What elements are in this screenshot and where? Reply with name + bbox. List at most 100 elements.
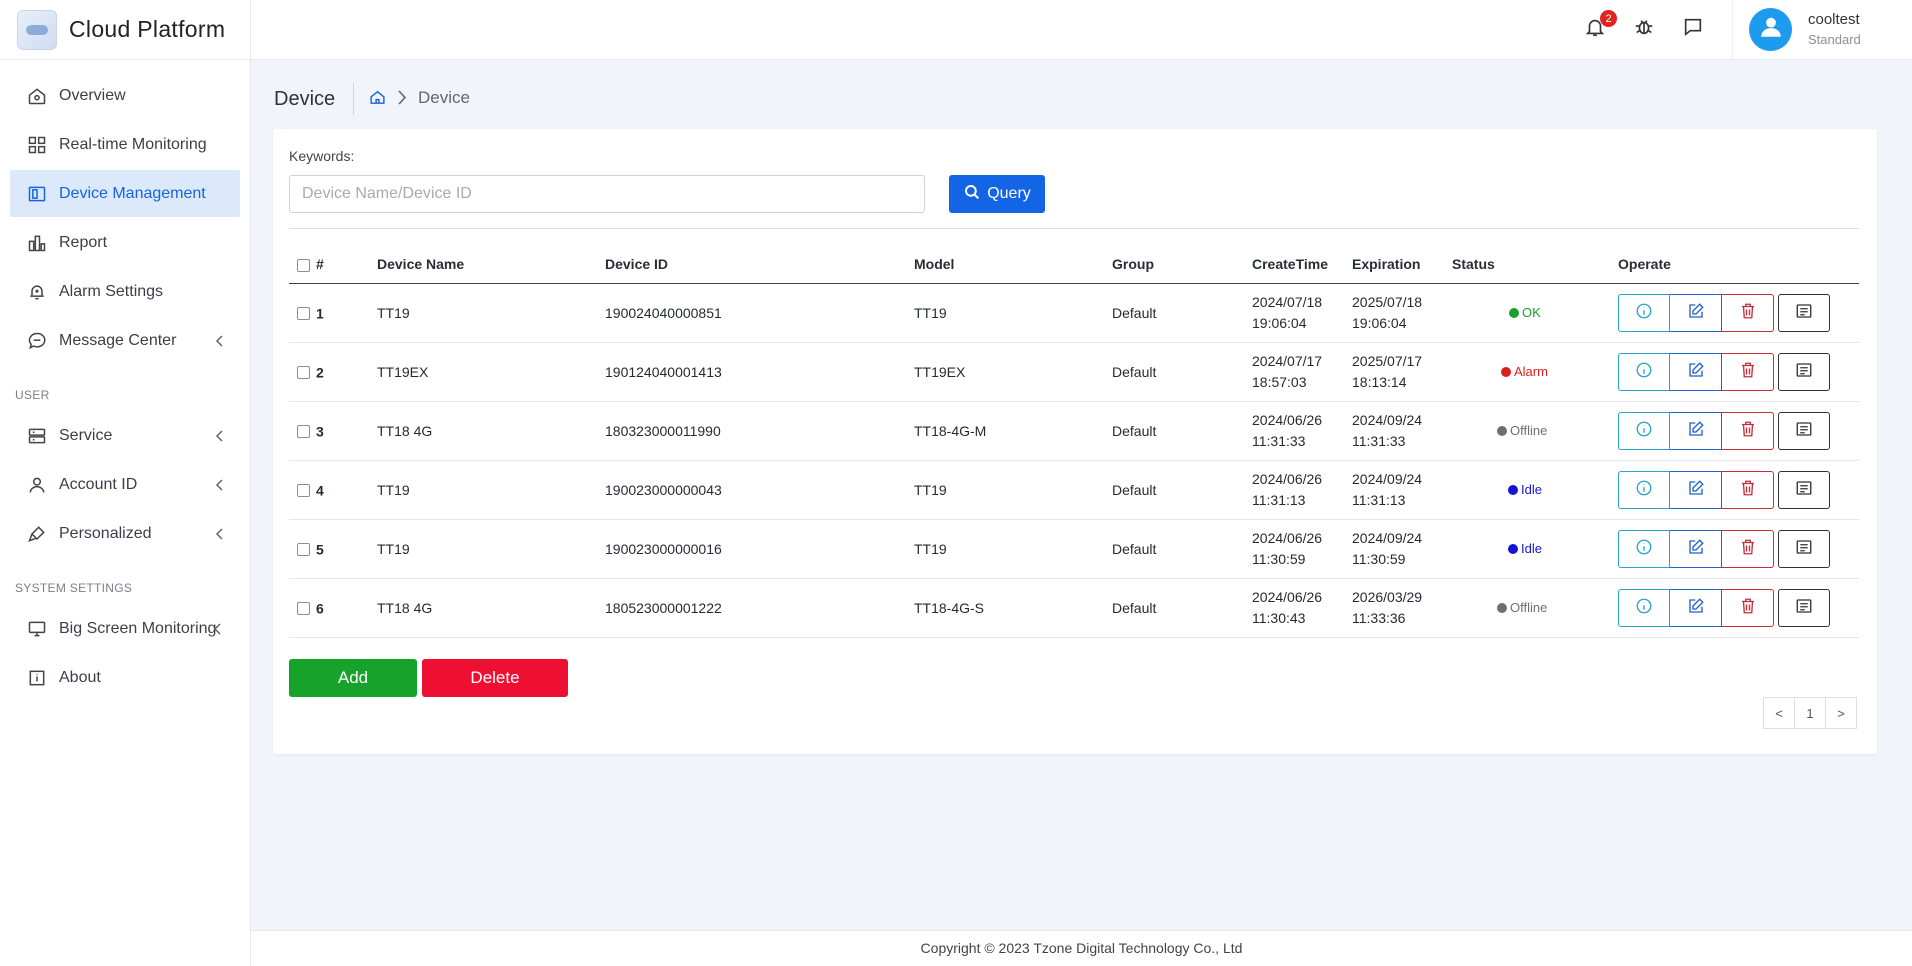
trash-icon [1739,597,1757,618]
row-actions [1618,411,1859,450]
info-button[interactable] [1618,470,1670,509]
edit-button[interactable] [1670,588,1722,627]
list-icon [1794,361,1814,382]
device-group: Default [1112,342,1252,402]
add-button[interactable]: Add [289,659,417,697]
edit-button[interactable] [1670,293,1722,332]
user-name[interactable]: cooltest [1808,11,1860,28]
edit-button[interactable] [1670,411,1722,450]
list-icon [1794,302,1814,323]
sidebar-item-label: Message Center [59,331,177,349]
row-checkbox[interactable] [297,483,310,497]
edit-button[interactable] [1670,470,1722,509]
sidebar-item-report[interactable]: Report [10,219,240,266]
device-group: Default [1112,401,1252,461]
chevron-left-icon [214,334,226,347]
log-button[interactable] [1778,352,1830,391]
info-button[interactable] [1618,411,1670,450]
app-title: Cloud Platform [69,16,226,42]
info-button[interactable] [1618,588,1670,627]
create-time: 2024/06/26 11:31:33 [1252,410,1352,452]
notification-badge: 2 [1600,10,1617,27]
sidebar-item-realtime-monitoring[interactable]: Real-time Monitoring [10,121,240,168]
sidebar-item-label: Big Screen Monitoring [59,619,217,637]
sidebar-item-about[interactable]: About [10,654,240,701]
log-button[interactable] [1778,588,1830,627]
sidebar-item-label: Device Management [59,184,206,202]
chevron-left-icon [214,429,226,442]
log-button[interactable] [1778,470,1830,509]
edit-button[interactable] [1670,352,1722,391]
delete-row-button[interactable] [1722,470,1774,509]
sidebar-item-account-id[interactable]: Account ID [10,461,240,508]
user-role: Standard [1808,32,1861,47]
log-button[interactable] [1778,529,1830,568]
status-text: Idle [1521,541,1542,556]
expiration-time: 2025/07/17 18:13:14 [1352,351,1452,393]
notification-bell[interactable]: 2 [1582,10,1617,42]
info-icon [1635,538,1653,559]
delete-row-button[interactable] [1722,529,1774,568]
log-button[interactable] [1778,411,1830,450]
brand[interactable]: Cloud Platform [0,0,250,60]
trash-icon [1739,420,1757,441]
delete-row-button[interactable] [1722,352,1774,391]
user-icon [26,474,48,496]
delete-row-button[interactable] [1722,411,1774,450]
sidebar-item-overview[interactable]: Overview [10,72,240,119]
row-checkbox[interactable] [297,365,310,379]
list-icon [1794,479,1814,500]
row-checkbox[interactable] [297,306,310,320]
delete-button[interactable]: Delete [422,659,568,697]
row-index: 6 [316,600,324,617]
list-icon [1794,538,1814,559]
create-time: 2024/07/17 18:57:03 [1252,351,1352,393]
status-dot [1497,425,1507,436]
sidebar-item-service[interactable]: Service [10,412,240,459]
avatar[interactable] [1749,8,1792,51]
create-time: 2024/06/26 11:31:13 [1252,469,1352,511]
expiration-time: 2024/09/24 11:31:33 [1352,410,1452,452]
sidebar: Cloud Platform Overview Real-time Monito… [0,0,251,966]
next-page-button[interactable]: > [1825,697,1857,729]
row-checkbox[interactable] [297,542,310,556]
device-group: Default [1112,578,1252,638]
device-name: TT18 4G [377,401,605,461]
row-checkbox[interactable] [297,424,310,438]
sidebar-nav: Overview Real-time Monitoring Device Man… [0,60,250,701]
table-row: 3 TT18 4G 180323000011990 TT18-4G-M Defa… [289,401,1859,461]
create-date: 2024/06/26 [1252,411,1323,428]
device-id: 190024040000851 [605,283,914,343]
page-number-button[interactable]: 1 [1794,697,1826,729]
messages-button[interactable] [1680,16,1706,42]
debug-button[interactable] [1631,16,1657,42]
sidebar-item-big-screen-monitoring[interactable]: Big Screen Monitoring [10,605,240,652]
exp-date: 2025/07/18 [1352,293,1423,310]
edit-button[interactable] [1670,529,1722,568]
select-all-checkbox[interactable] [297,258,310,272]
header-divider [1732,0,1733,60]
breadcrumb-home-icon[interactable] [369,89,386,106]
info-button[interactable] [1618,352,1670,391]
sidebar-item-personalized[interactable]: Personalized [10,510,240,557]
sidebar-item-device-management[interactable]: Device Management [10,170,240,217]
row-checkbox[interactable] [297,601,310,615]
query-button[interactable]: Query [949,175,1045,213]
row-index: 2 [316,364,324,381]
delete-row-button[interactable] [1722,588,1774,627]
status-badge: Alarm [1501,364,1548,379]
prev-page-button[interactable]: < [1763,697,1795,729]
search-input[interactable] [289,175,925,213]
row-actions [1618,588,1859,627]
brush-icon [26,523,48,545]
delete-row-button[interactable] [1722,293,1774,332]
info-button[interactable] [1618,293,1670,332]
sidebar-item-message-center[interactable]: Message Center [10,317,240,364]
log-button[interactable] [1778,293,1830,332]
sidebar-item-alarm-settings[interactable]: Alarm Settings [10,268,240,315]
edit-icon [1687,597,1705,618]
info-button[interactable] [1618,529,1670,568]
device-model: TT19EX [914,342,1112,402]
device-name: TT19EX [377,342,605,402]
device-icon [26,183,48,205]
